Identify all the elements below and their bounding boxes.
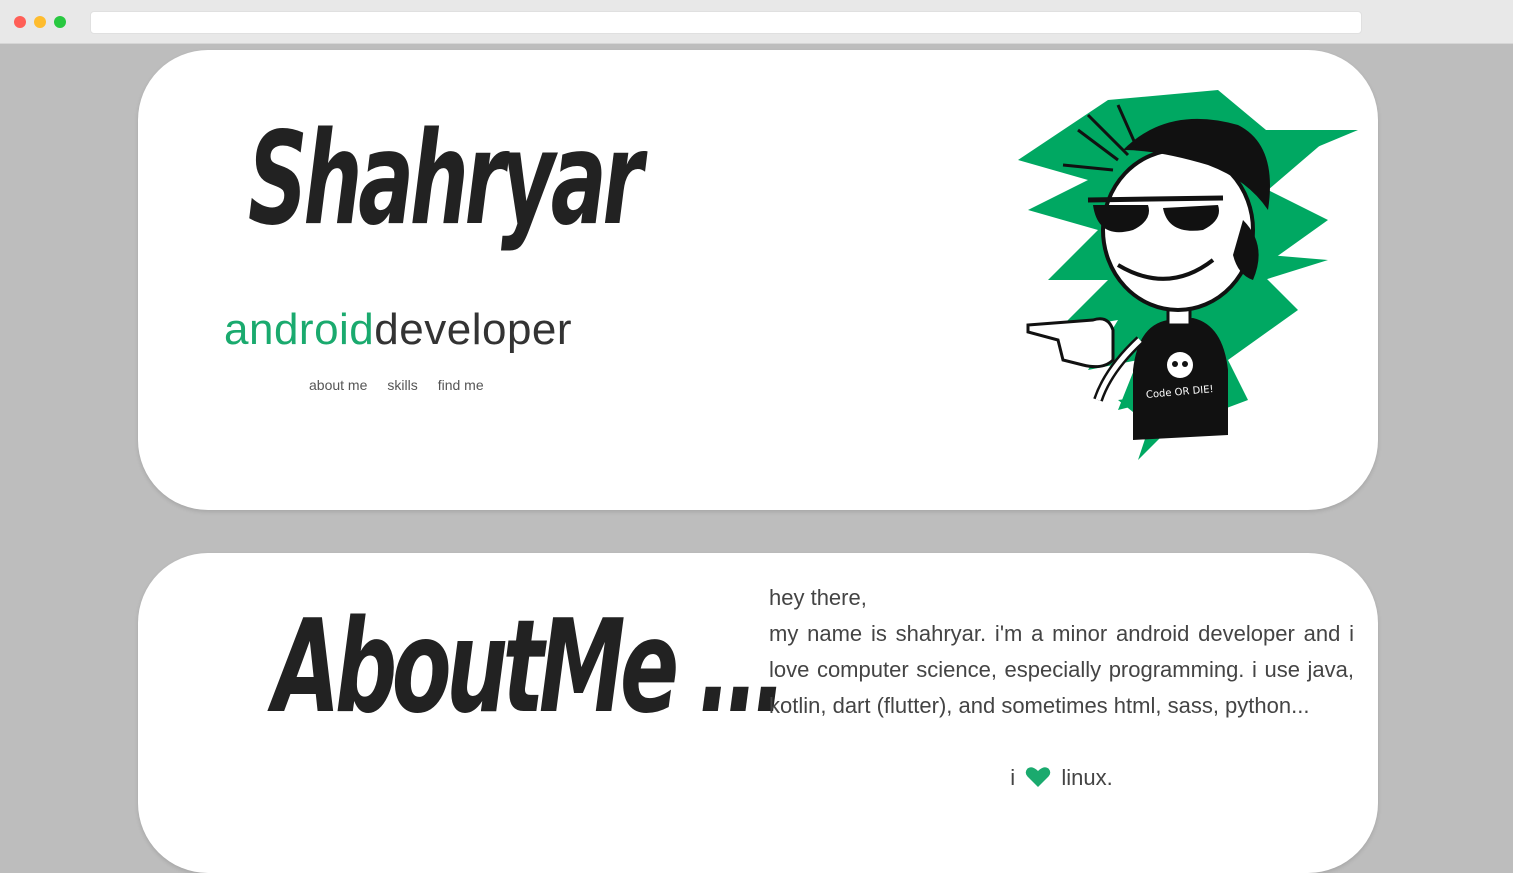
subtitle-accent: android xyxy=(224,305,375,354)
skull-icon xyxy=(1167,352,1193,378)
shirt xyxy=(1133,318,1228,440)
about-title: AboutMe ... xyxy=(273,593,787,742)
hero-name: Shahryar xyxy=(248,105,643,254)
hero-nav: about me skills find me xyxy=(309,377,484,393)
nav-about-me[interactable]: about me xyxy=(309,377,367,393)
heart-icon xyxy=(1026,767,1051,787)
address-bar[interactable] xyxy=(90,11,1362,34)
love-suffix: linux. xyxy=(1061,765,1113,790)
developer-illustration: Code OR DIE! xyxy=(1018,90,1358,460)
about-card: AboutMe ... hey there, my name is shahry… xyxy=(138,553,1378,873)
hero-subtitle: androiddeveloper xyxy=(224,305,572,355)
nav-skills[interactable]: skills xyxy=(387,377,417,393)
love-line: i linux. xyxy=(769,760,1354,796)
subtitle-rest: developer xyxy=(374,305,573,354)
pointing-hand xyxy=(1026,317,1115,369)
nav-find-me[interactable]: find me xyxy=(438,377,484,393)
about-text: hey there, my name is shahryar. i'm a mi… xyxy=(769,580,1354,724)
hero-card: Shahryar androiddeveloper about me skill… xyxy=(138,50,1378,510)
browser-chrome xyxy=(0,0,1513,44)
love-prefix: i xyxy=(1010,765,1016,790)
minimize-window-button[interactable] xyxy=(34,16,46,28)
maximize-window-button[interactable] xyxy=(54,16,66,28)
about-description: my name is shahryar. i'm a minor android… xyxy=(769,621,1354,718)
close-window-button[interactable] xyxy=(14,16,26,28)
about-greeting: hey there, xyxy=(769,585,867,610)
